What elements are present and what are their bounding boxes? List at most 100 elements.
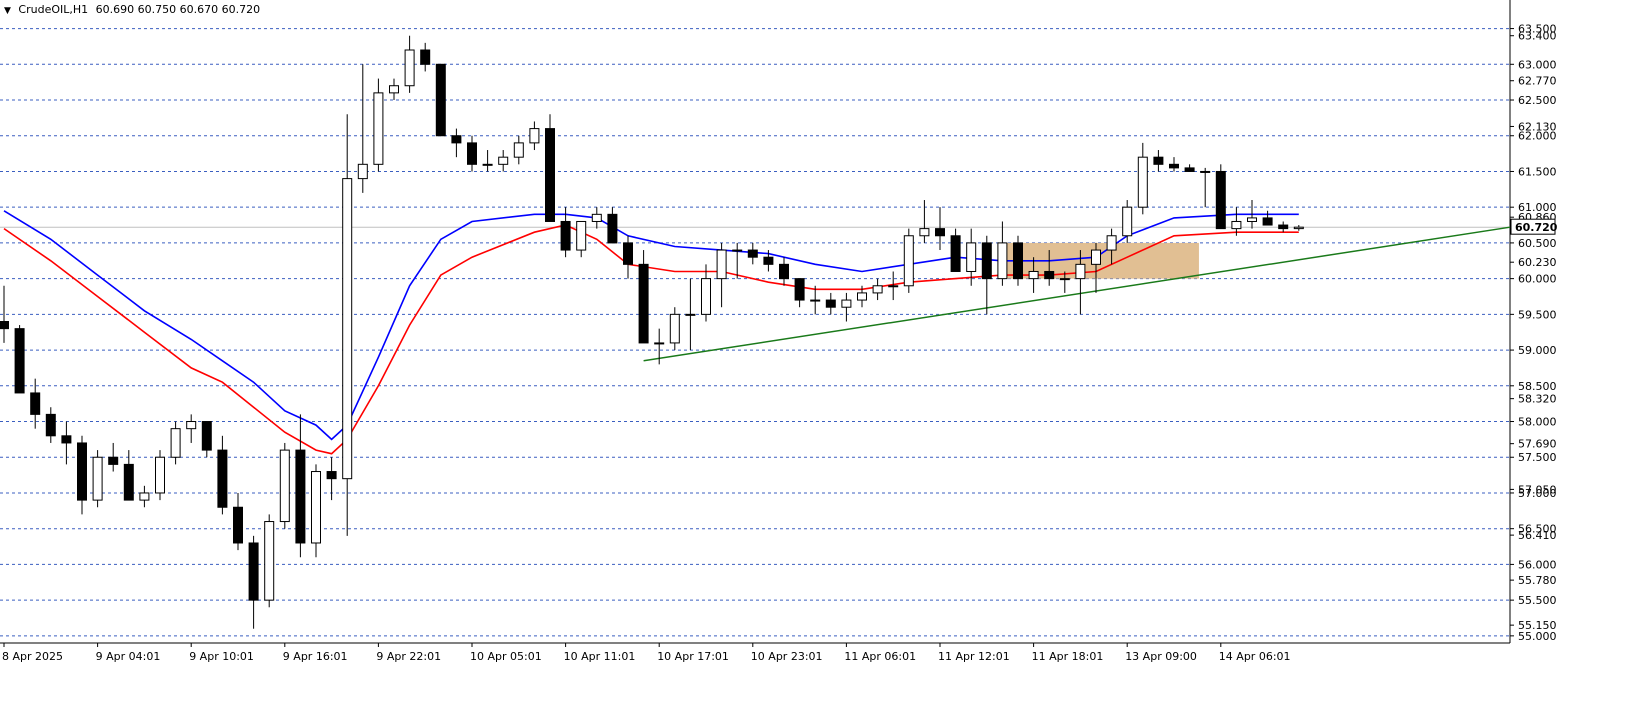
y-tick-label: 55.780 — [1518, 574, 1557, 587]
candle-body — [373, 92, 384, 165]
candle-body — [170, 428, 181, 458]
y-tick-label: 56.000 — [1518, 558, 1557, 571]
candle-body — [342, 178, 353, 480]
candle-body — [669, 313, 680, 344]
candle-body — [1153, 156, 1164, 165]
candle-body — [30, 392, 41, 415]
x-tick-label: 8 Apr 2025 — [2, 650, 63, 663]
candle-body — [420, 49, 431, 65]
candle-body — [1293, 226, 1304, 230]
y-tick-label: 63.400 — [1518, 30, 1557, 43]
candle-body — [61, 435, 72, 444]
candle-body — [311, 471, 321, 544]
y-tick-label: 62.770 — [1518, 75, 1557, 88]
y-tick-label: 60.000 — [1518, 273, 1557, 286]
candle-body — [326, 471, 337, 480]
x-tick-label: 11 Apr 06:01 — [844, 650, 916, 663]
price-chart[interactable]: 63.50063.40063.00062.77062.50062.13062.0… — [0, 0, 1651, 707]
candle-body — [747, 249, 758, 258]
candle-body — [1247, 217, 1257, 222]
candle-body — [217, 449, 228, 508]
chart-root: ▼ CrudeOIL,H1 60.690 60.750 60.670 60.72… — [0, 0, 1651, 707]
candle-body — [295, 449, 306, 544]
candle-body — [139, 492, 150, 501]
y-tick-label: 58.320 — [1518, 393, 1557, 406]
x-tick-label: 10 Apr 17:01 — [657, 650, 729, 663]
candle-body — [1091, 249, 1101, 265]
y-tick-label: 61.500 — [1518, 165, 1557, 178]
candle-body — [264, 521, 275, 601]
y-tick-label: 57.500 — [1518, 451, 1557, 464]
x-tick-label: 10 Apr 05:01 — [470, 650, 542, 663]
candle-body — [810, 299, 821, 302]
candle-body — [841, 299, 852, 308]
candle-body — [623, 242, 633, 265]
candle-body — [186, 421, 197, 430]
candle-body — [279, 449, 290, 523]
candle-body — [716, 249, 727, 280]
candle-body — [0, 320, 9, 330]
candle-body — [92, 456, 103, 501]
candle-body — [1106, 235, 1117, 251]
candle-body — [701, 278, 711, 315]
candle-body — [1013, 242, 1023, 280]
candle-body — [1169, 163, 1179, 169]
candle-body — [529, 128, 540, 144]
y-tick-label: 60.500 — [1518, 237, 1557, 250]
y-tick-label: 62.500 — [1518, 94, 1557, 107]
y-tick-label: 55.500 — [1518, 594, 1557, 607]
candle-body — [732, 249, 743, 252]
x-tick-label: 9 Apr 22:01 — [376, 650, 441, 663]
candle-body — [389, 85, 399, 94]
x-tick-label: 13 Apr 09:00 — [1125, 650, 1197, 663]
y-tick-label: 59.000 — [1518, 344, 1557, 357]
x-tick-label: 10 Apr 11:01 — [564, 650, 636, 663]
candle-body — [435, 63, 446, 137]
candle-body — [108, 456, 119, 465]
candle-body — [591, 213, 602, 222]
candle-body — [482, 163, 493, 166]
candle-body — [903, 235, 914, 287]
candle-body — [1044, 270, 1055, 280]
y-tick-label: 58.500 — [1518, 380, 1557, 393]
ohlc-readout: 60.690 60.750 60.670 60.720 — [95, 3, 261, 16]
candle-body — [560, 220, 571, 251]
candle-body — [155, 456, 165, 494]
candle-body — [1075, 263, 1086, 280]
candle-body — [1215, 170, 1226, 230]
candle-body — [576, 220, 587, 251]
y-tick-label: 58.000 — [1518, 416, 1557, 429]
candle-body — [1059, 278, 1070, 281]
candle-body — [201, 421, 212, 451]
candle-body — [1122, 206, 1133, 237]
y-tick-label: 62.000 — [1518, 130, 1557, 143]
candle-body — [357, 163, 368, 180]
candle-body — [997, 242, 1008, 280]
candle-body — [233, 506, 243, 544]
candle-body — [45, 413, 56, 437]
candle-body — [1231, 220, 1242, 230]
candle-body — [654, 342, 665, 345]
candle-body — [513, 142, 524, 158]
candle-body — [1137, 156, 1148, 208]
y-tick-label: 60.230 — [1518, 256, 1557, 269]
candle-body — [872, 285, 883, 294]
candle-body — [498, 156, 509, 165]
triangle-down-icon[interactable]: ▼ — [4, 6, 11, 16]
candle-body — [467, 142, 477, 165]
candle-body — [857, 292, 867, 301]
candle-body — [248, 542, 259, 601]
candle-body — [966, 242, 977, 272]
y-tick-label: 57.000 — [1518, 487, 1557, 500]
candle-body — [1200, 170, 1211, 173]
chart-title: ▼ CrudeOIL,H1 60.690 60.750 60.670 60.72… — [4, 3, 264, 16]
candle-body — [950, 235, 961, 272]
candle-body — [545, 128, 555, 222]
candle-body — [981, 242, 992, 280]
candle-body — [825, 299, 836, 308]
candle-body — [935, 228, 945, 237]
candle-body — [607, 213, 618, 244]
x-tick-label: 11 Apr 12:01 — [938, 650, 1010, 663]
candle-body — [1028, 270, 1039, 280]
candle-body — [123, 463, 134, 501]
